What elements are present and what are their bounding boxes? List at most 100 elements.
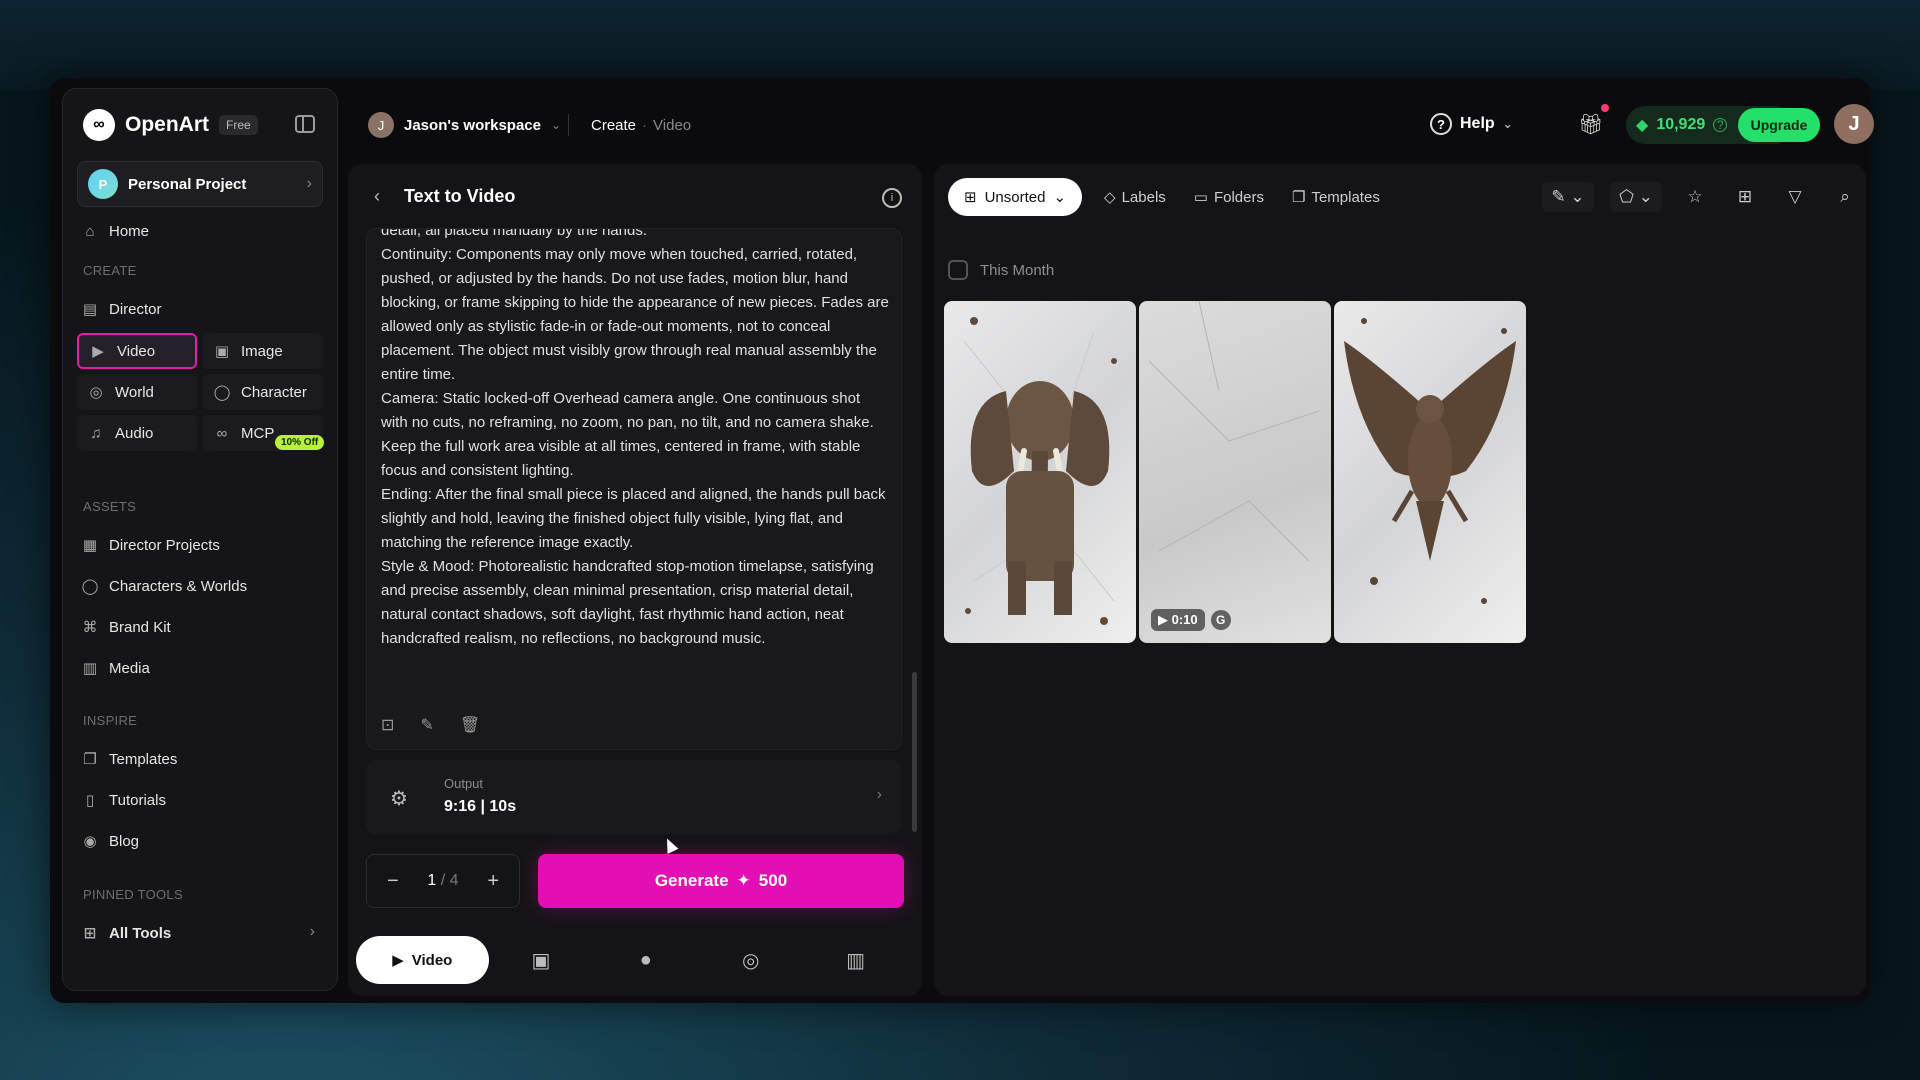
credits-amount: 10,929 [1656,116,1706,133]
sidebar-item-image[interactable]: ▣ Image [203,333,323,369]
tab-video[interactable]: ▶ Video [356,936,489,984]
sidebar-item-world[interactable]: ◎ World [77,374,197,410]
select-all-checkbox[interactable] [948,260,968,280]
upgrade-button[interactable]: Upgrade [1738,108,1820,142]
trash-icon[interactable]: 🗑︎ [460,715,480,735]
globe-icon: ◎ [89,384,103,401]
plus-button[interactable]: + [487,870,499,893]
sidebar-item-audio[interactable]: ♫ Audio [77,415,197,451]
project-name: Personal Project [128,175,247,193]
video-duration: ▶︎ 0:10 [1151,609,1205,631]
prompt-toolbar: ⊡ ✎ 🗑︎ [381,715,480,735]
section-inspire: INSPIRE [83,713,138,728]
sidebar-item-media[interactable]: ▥ Media [71,650,150,686]
templates-icon: ❐ [1292,189,1306,206]
templates-filter[interactable]: ❐ Templates [1286,188,1386,207]
video-duration-text: 0:10 [1171,612,1198,627]
chevron-down-icon: ⌄ [1502,117,1513,131]
gallery-item-elephant[interactable] [944,301,1136,643]
sidebar-item-label: MCP [241,424,275,442]
sidebar-item-blog[interactable]: ◉ Blog [71,823,139,859]
media-icon: ▥ [82,660,98,677]
folders-filter[interactable]: ▭ Folders [1188,188,1270,207]
link-icon: ∞ [216,424,228,442]
tab-world[interactable]: ◎ [698,936,803,984]
favorites-button[interactable]: ☆ [1678,182,1712,212]
search-button[interactable]: ⌕ [1828,182,1862,212]
minus-button[interactable]: − [387,870,399,893]
model-badge: G [1210,610,1231,630]
sidebar-item-label: World [115,383,154,401]
grid-view-button[interactable]: ⊞ [1728,182,1762,212]
breadcrumb-video: Video [653,117,692,134]
workspace-avatar: J [368,112,394,138]
folder-icon: ▭ [1193,189,1208,206]
workspace-selector[interactable]: J Jason's workspace ⌄ [368,112,561,138]
sidebar-item-all-tools[interactable]: ⊞ All Tools [71,915,172,951]
shape-dropdown[interactable]: ⬠ ⌄ [1610,182,1662,212]
character-icon: ● [639,948,652,971]
chevron-right-icon: › [309,923,315,940]
gift-icon[interactable]: 🎁︎ [1578,112,1603,136]
scrollbar[interactable] [912,672,917,832]
sidebar-item-templates[interactable]: ❐ Templates [71,741,177,777]
tab-character[interactable]: ● [593,936,698,984]
character-icon: ◯ [213,384,231,401]
sidebar-item-director[interactable]: ▤ Director [71,291,162,327]
sort-dropdown[interactable]: ⊞ Unsorted ⌄ [948,178,1083,216]
app-name: OpenArt [125,113,209,136]
sidebar-collapse-icon[interactable] [295,115,315,133]
labels-filter[interactable]: ◇ Labels [1098,188,1172,207]
sidebar-item-home[interactable]: ⌂ Home [71,213,149,249]
sidebar-item-label: Character [241,383,307,401]
generate-button[interactable]: Generate ✦ 500 [538,854,904,908]
tab-image[interactable]: ▣ [489,936,594,984]
openart-logo-icon: ∞ [83,109,115,141]
gallery-item-eagle[interactable] [1334,301,1526,643]
project-selector[interactable]: P Personal Project › [77,161,323,207]
sidebar-item-label: Home [109,222,150,240]
breadcrumb-create[interactable]: Create [591,117,636,134]
image-icon: ▣ [214,343,230,360]
generate-cost: 500 [758,871,788,890]
sidebar-item-director-projects[interactable]: ▦ Director Projects [71,527,220,563]
user-avatar[interactable]: J [1834,104,1874,144]
output-value: 9:16 | 10s [444,798,517,815]
sidebar-item-character[interactable]: ◯ Character [203,374,323,410]
tab-audio[interactable]: ▥ [803,936,908,984]
panel-header: ‹ Text to Video [374,186,515,207]
output-settings[interactable]: ⚙ Output 9:16 | 10s › [366,760,902,834]
edit-mode-dropdown[interactable]: ✎ ⌄ [1542,182,1594,212]
chevron-right-icon: › [306,175,312,192]
projects-icon: ▦ [82,537,98,554]
backdrop [0,0,1920,90]
gallery-toolbar: ✎ ⌄ ⬠ ⌄ ☆ ⊞ ▽ ⌕ [1542,182,1862,212]
sparkle-icon: ✦ [736,871,751,890]
sliders-icon: ⚙ [390,788,408,810]
prompt-text[interactable]: detail, all placed manually by the hands… [381,229,889,651]
sidebar-item-brand-kit[interactable]: ⌘ Brand Kit [71,609,171,645]
gallery-item-video[interactable]: ▶︎ 0:10 G [1139,301,1331,643]
enhance-icon[interactable]: ⊡ [381,715,394,735]
sidebar-item-label: Director [109,300,162,318]
month-label: This Month [980,261,1055,279]
section-pinned-tools: PINNED TOOLS [83,887,183,902]
info-icon[interactable]: i [882,188,902,208]
sort-label: Unsorted [984,188,1046,206]
sidebar-item-tutorials[interactable]: ▯ Tutorials [71,782,166,818]
magic-wand-icon[interactable]: ✎ [420,715,433,735]
sidebar-item-video[interactable]: ▶ Video [77,333,197,369]
video-icon: ▶ [92,343,104,360]
prompt-textarea[interactable]: detail, all placed manually by the hands… [366,228,902,750]
help-menu[interactable]: ? Help ⌄ [1430,113,1513,135]
section-assets: ASSETS [83,499,137,514]
grid-icon: ⊞ [83,925,97,942]
shapes-icon: ⬠ ⌄ [1619,187,1653,206]
logo[interactable]: ∞ OpenArt Free [83,109,258,141]
sidebar-item-characters-worlds[interactable]: ◯ Characters & Worlds [71,568,248,604]
grid-icon: ⊞ [964,189,977,206]
sidebar-item-label: Audio [115,424,154,442]
back-arrow-icon[interactable]: ‹ [374,186,380,207]
filter-button[interactable]: ▽ [1778,182,1812,212]
panel-title: Text to Video [404,186,516,206]
